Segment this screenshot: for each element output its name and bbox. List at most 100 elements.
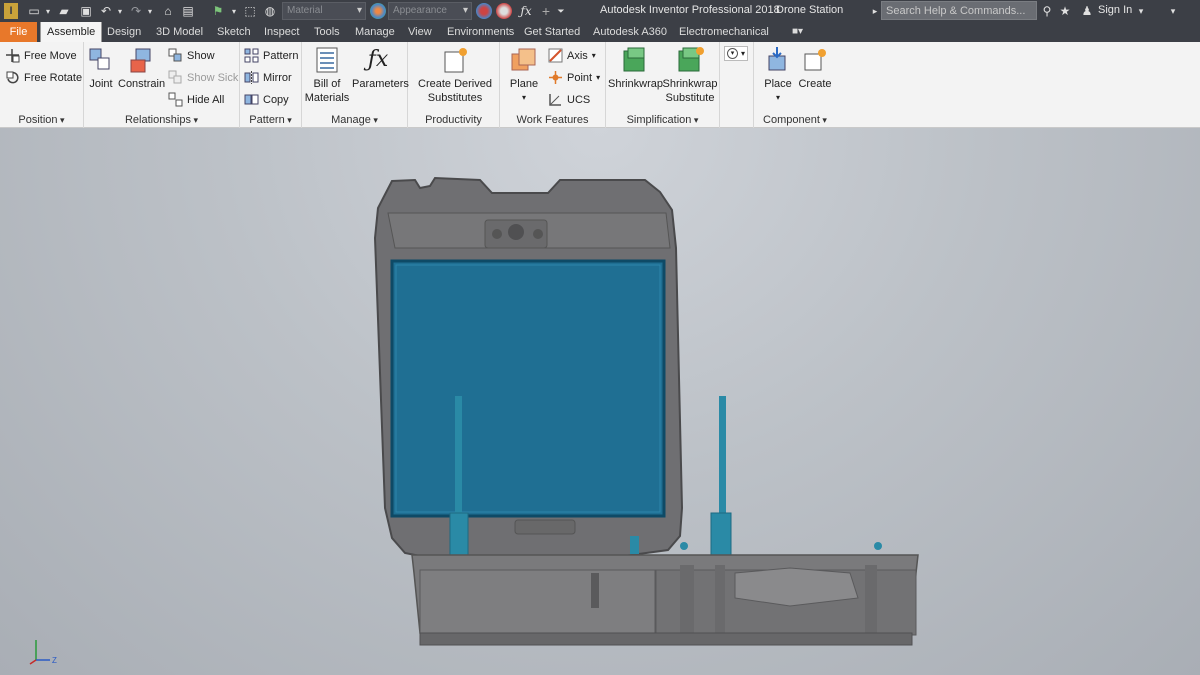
extra-dropdown[interactable]: ▾ ▾ <box>724 46 749 61</box>
open-folder-icon[interactable]: ▰ <box>56 3 72 19</box>
drone-station-model[interactable] <box>0 128 1200 675</box>
parameters-button[interactable]: ƒx Parameters <box>352 46 409 91</box>
globe-icon[interactable]: ◍ <box>262 3 278 19</box>
lid-vent <box>514 519 576 535</box>
home-icon[interactable]: ⌂ <box>160 3 176 19</box>
joint-button[interactable]: Joint <box>86 46 116 91</box>
lid-knob-center <box>508 224 524 240</box>
tab-get-started[interactable]: Get Started <box>518 22 586 42</box>
place-button[interactable]: Place ▾ <box>758 46 798 105</box>
panel-title-manage[interactable]: Manage <box>302 114 407 126</box>
panel-title-pattern[interactable]: Pattern <box>240 114 301 126</box>
tab-electromechanical[interactable]: Electromechanical <box>673 22 775 42</box>
star-icon[interactable]: ★ <box>1058 3 1072 19</box>
pattern-button[interactable]: Pattern <box>244 48 298 63</box>
chevron-down-icon[interactable]: ▾ <box>1136 3 1146 19</box>
pattern-icon <box>244 48 259 63</box>
case-base[interactable] <box>411 554 919 646</box>
panel-title-relationships[interactable]: Relationships <box>84 114 239 126</box>
panel-title-component[interactable]: Component <box>754 114 836 126</box>
chevron-down-icon[interactable]: ▾ <box>44 3 52 19</box>
ribbon: Free Move Free Rotate Position Joint Con… <box>0 42 1200 128</box>
tab-inspect[interactable]: Inspect <box>258 22 305 42</box>
tab-tools[interactable]: Tools <box>308 22 346 42</box>
plus-icon[interactable]: + <box>538 3 554 19</box>
point-button[interactable]: Point ▾ <box>548 70 600 85</box>
function-icon[interactable]: ƒx <box>518 3 534 19</box>
tab-sketch[interactable]: Sketch <box>211 22 257 42</box>
create-button[interactable]: Create <box>796 46 834 91</box>
antenna-right[interactable] <box>710 396 732 557</box>
peg-left <box>680 542 688 550</box>
bill-of-materials-button[interactable]: Bill of Materials <box>304 46 350 105</box>
tab-manage[interactable]: Manage <box>349 22 401 42</box>
tab-design[interactable]: Design <box>101 22 147 42</box>
mirror-button[interactable]: Mirror <box>244 70 292 85</box>
show-sick-button[interactable]: Show Sick <box>168 70 238 85</box>
free-move-button[interactable]: Free Move <box>5 48 77 63</box>
inventor-logo-icon[interactable]: I <box>4 3 18 19</box>
free-rotate-button[interactable]: Free Rotate <box>5 70 82 85</box>
chevron-down-icon: ▾ <box>741 49 746 58</box>
shrinkwrap-icon <box>620 46 650 74</box>
mirror-icon <box>244 70 259 85</box>
search-input[interactable]: Search Help & Commands... <box>881 1 1037 20</box>
fx-icon: ƒx <box>367 47 389 72</box>
chevron-down-icon[interactable]: ▾ <box>1168 3 1178 19</box>
panel-position: Free Move Free Rotate Position <box>0 42 84 128</box>
constrain-button[interactable]: Constrain <box>118 46 165 91</box>
chevron-down-icon[interactable]: ▾ <box>116 3 124 19</box>
undo-icon[interactable]: ↶ <box>98 3 114 19</box>
chevron-right-icon[interactable]: ▸ <box>870 3 880 19</box>
video-icon[interactable]: ■▾ <box>786 22 809 42</box>
hide-all-icon <box>168 92 183 107</box>
tab-3d-model[interactable]: 3D Model <box>150 22 209 42</box>
print-icon[interactable]: ▤ <box>180 3 196 19</box>
shrinkwrap-button[interactable]: Shrinkwrap <box>608 46 663 91</box>
lid-screen[interactable] <box>390 259 666 518</box>
tab-file[interactable]: File <box>0 22 37 42</box>
select-icon[interactable]: ⬚ <box>242 3 258 19</box>
rotate-icon <box>5 70 20 85</box>
new-file-icon[interactable]: ▭ <box>26 3 42 19</box>
adjust-appearance-icon[interactable] <box>496 3 512 19</box>
copy-button[interactable]: Copy <box>244 92 289 107</box>
clear-appearance-icon[interactable] <box>476 3 492 19</box>
user-icon[interactable]: ♟ <box>1080 3 1094 19</box>
plane-icon <box>509 46 539 74</box>
triad-z-label: Z <box>52 656 57 665</box>
panel-title-position[interactable]: Position <box>0 114 83 126</box>
save-icon[interactable]: ▣ <box>78 3 94 19</box>
show-button[interactable]: Show <box>168 48 215 63</box>
material-dropdown[interactable]: Material <box>282 2 366 20</box>
tab-view[interactable]: View <box>402 22 438 42</box>
axis-button[interactable]: Axis ▾ <box>548 48 596 63</box>
update-icon[interactable]: ⚑ <box>210 3 226 19</box>
panel-title-simplification[interactable]: Simplification <box>606 114 719 126</box>
chevron-down-icon[interactable]: ▾ <box>146 3 154 19</box>
shrinkwrap-substitute-button[interactable]: Shrinkwrap Substitute <box>662 46 718 105</box>
appearance-icon <box>370 3 386 19</box>
peg-right <box>874 542 882 550</box>
panel-simplification: Shrinkwrap Shrinkwrap Substitute Simplif… <box>606 42 720 128</box>
appearance-dropdown[interactable]: Appearance <box>388 2 472 20</box>
ribbon-tab-bar: File Assemble Design 3D Model Sketch Ins… <box>0 22 1200 42</box>
binoculars-icon[interactable]: ⚲ <box>1040 3 1054 19</box>
chevron-down-icon[interactable]: ▾ <box>230 3 238 19</box>
ucs-button[interactable]: UCS <box>548 92 590 107</box>
hide-all-button[interactable]: Hide All <box>168 92 224 107</box>
sign-in-link[interactable]: Sign In <box>1098 4 1132 16</box>
panel-pattern: Pattern Mirror Copy Pattern <box>240 42 302 128</box>
customize-icon[interactable]: ⏷ <box>556 3 566 19</box>
tab-assemble[interactable]: Assemble <box>40 22 103 42</box>
redo-icon[interactable]: ↷ <box>128 3 144 19</box>
tab-autodesk-a360[interactable]: Autodesk A360 <box>587 22 673 42</box>
lid-knob-right <box>533 229 543 239</box>
plane-button[interactable]: Plane ▾ <box>504 46 544 105</box>
graphics-viewport[interactable] <box>0 128 1200 675</box>
panel-title-work-features: Work Features <box>516 114 589 126</box>
constrain-icon <box>126 46 156 74</box>
create-derived-substitutes-button[interactable]: Create Derived Substitutes <box>412 46 498 105</box>
tab-environments[interactable]: Environments <box>441 22 520 42</box>
antenna-stub <box>630 536 639 554</box>
